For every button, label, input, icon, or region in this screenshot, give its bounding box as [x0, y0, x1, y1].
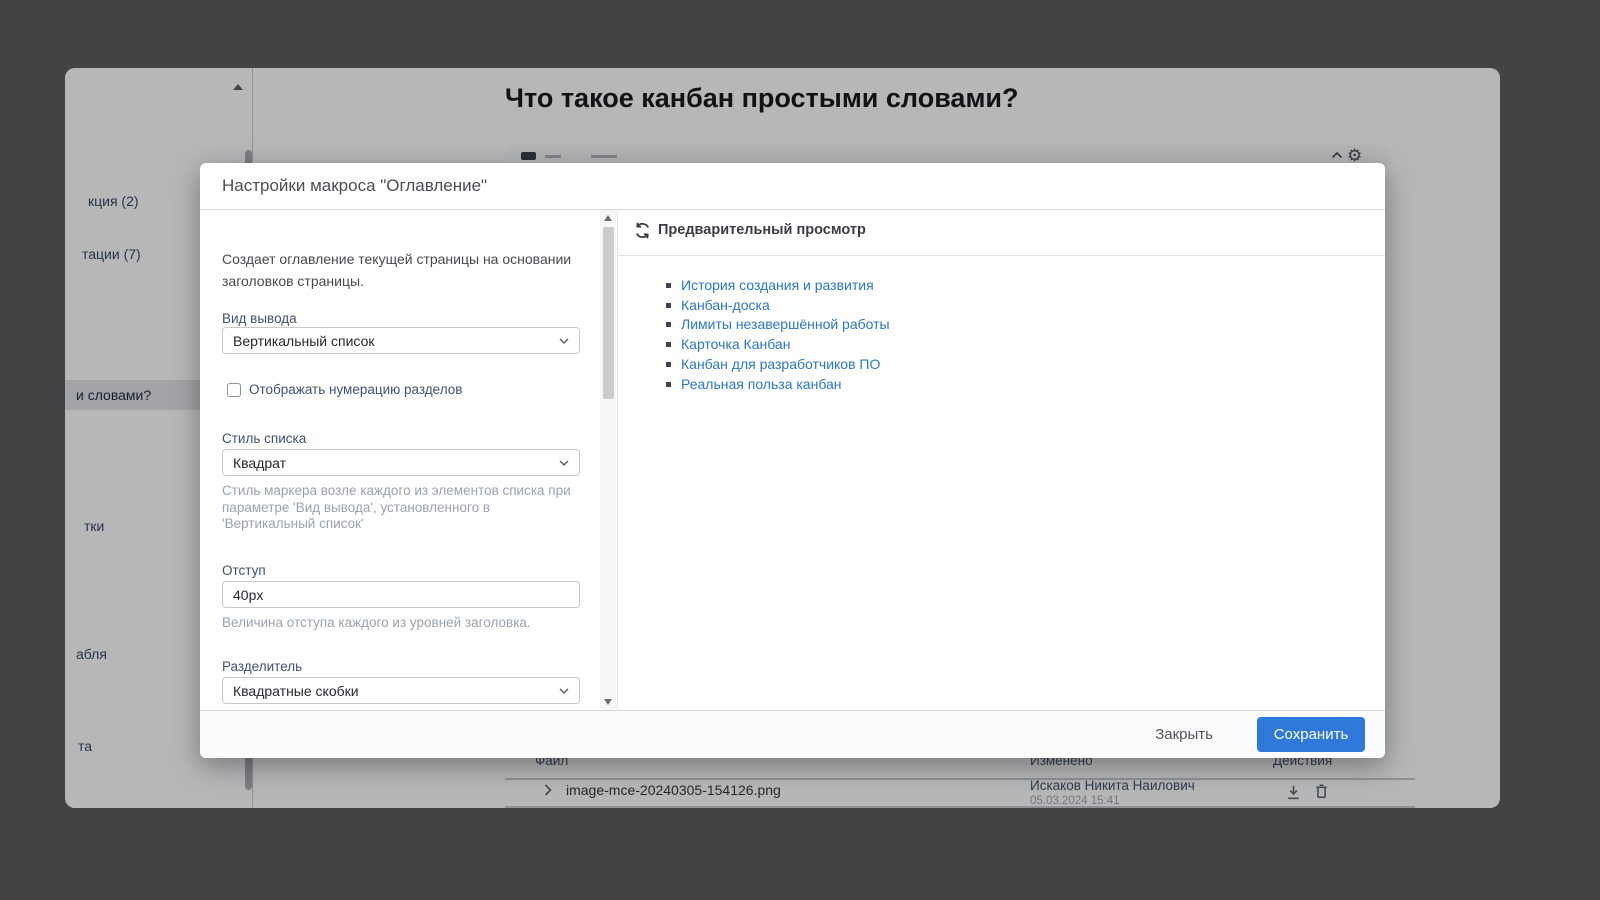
close-button[interactable]: Закрыть	[1149, 725, 1219, 744]
list-style-value: Квадрат	[233, 455, 286, 471]
separator-label: Разделитель	[222, 659, 302, 674]
indent-help: Величина отступа каждого из уровней заго…	[222, 615, 580, 632]
toc-item: Карточка Канбан	[666, 335, 890, 355]
dialog-title: Настройки макроса "Оглавление"	[222, 176, 487, 196]
form-scrollbar-thumb[interactable]	[603, 227, 614, 399]
toc-link[interactable]: Лимиты незавершённой работы	[681, 316, 890, 332]
indent-label: Отступ	[222, 563, 266, 578]
macro-form: Создает оглавление текущей страницы на о…	[200, 210, 600, 710]
preview-header: Предварительный просмотр	[618, 210, 1385, 256]
preview-panel: Предварительный просмотр История создани…	[617, 210, 1385, 710]
scroll-up-arrow-icon[interactable]	[604, 215, 612, 221]
chevron-down-icon	[559, 338, 569, 344]
output-type-value: Вертикальный список	[233, 333, 375, 349]
macro-description: Создает оглавление текущей страницы на о…	[222, 249, 580, 292]
macro-settings-dialog: Настройки макроса "Оглавление" Создает о…	[200, 163, 1385, 758]
dialog-body: Создает оглавление текущей страницы на о…	[200, 210, 1385, 710]
toc-link[interactable]: Реальная польза канбан	[681, 376, 842, 392]
dialog-footer: Закрыть Сохранить	[200, 710, 1385, 758]
form-scrollbar[interactable]	[600, 210, 617, 710]
output-type-label: Вид вывода	[222, 311, 297, 326]
separator-value: Квадратные скобки	[233, 683, 359, 699]
toc-link[interactable]: Канбан для разработчиков ПО	[681, 356, 880, 372]
numbering-checkbox-row[interactable]: Отображать нумерацию разделов	[227, 382, 462, 397]
toc-item: Канбан-доска	[666, 296, 890, 316]
separator-select[interactable]: Квадратные скобки	[222, 677, 580, 704]
toc-link[interactable]: История создания и развития	[681, 277, 874, 293]
chevron-down-icon	[559, 688, 569, 694]
scroll-down-arrow-icon[interactable]	[604, 699, 612, 705]
preview-title: Предварительный просмотр	[658, 222, 866, 238]
dialog-header: Настройки макроса "Оглавление"	[200, 163, 1385, 210]
refresh-icon[interactable]	[633, 221, 652, 240]
numbering-checkbox[interactable]	[227, 383, 241, 397]
toc-preview-list: История создания и развития Канбан-доска…	[666, 276, 890, 394]
list-style-help: Стиль маркера возле каждого из элементов…	[222, 483, 580, 533]
indent-input[interactable]	[222, 581, 580, 608]
toc-item: Реальная польза канбан	[666, 375, 890, 395]
toc-link[interactable]: Карточка Канбан	[681, 336, 790, 352]
screenshot-stage: кция (2) тации (7) и словами? тки абля т…	[0, 0, 1600, 900]
list-style-select[interactable]: Квадрат	[222, 449, 580, 476]
toc-link[interactable]: Канбан-доска	[681, 297, 770, 313]
toc-item: История создания и развития	[666, 276, 890, 296]
output-type-select[interactable]: Вертикальный список	[222, 327, 580, 354]
toc-item: Канбан для разработчиков ПО	[666, 355, 890, 375]
list-style-label: Стиль списка	[222, 431, 306, 446]
save-button[interactable]: Сохранить	[1257, 717, 1365, 752]
chevron-down-icon	[559, 460, 569, 466]
numbering-checkbox-label: Отображать нумерацию разделов	[249, 382, 462, 397]
toc-item: Лимиты незавершённой работы	[666, 315, 890, 335]
